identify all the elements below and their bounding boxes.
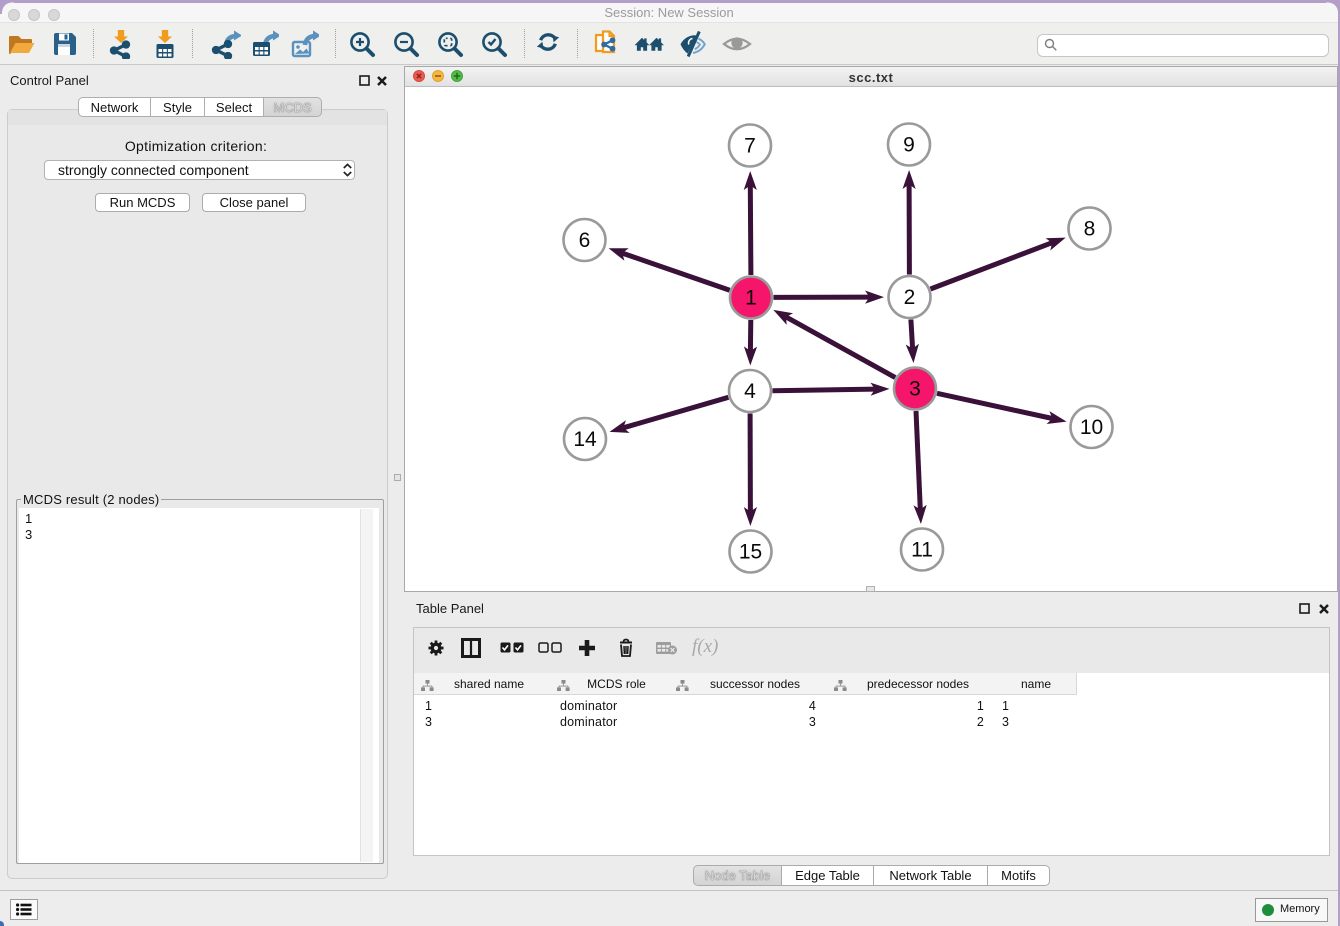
- svg-text:14: 14: [573, 428, 597, 451]
- svg-text:7: 7: [744, 135, 756, 158]
- svg-text:15: 15: [739, 541, 762, 564]
- svg-text:3: 3: [909, 378, 921, 401]
- svg-text:10: 10: [1080, 416, 1103, 439]
- svg-text:1: 1: [745, 287, 757, 310]
- svg-text:8: 8: [1084, 218, 1096, 241]
- svg-text:11: 11: [911, 539, 933, 562]
- svg-text:2: 2: [904, 286, 916, 309]
- svg-text:4: 4: [744, 380, 756, 403]
- svg-text:6: 6: [579, 229, 591, 252]
- svg-text:9: 9: [903, 134, 915, 157]
